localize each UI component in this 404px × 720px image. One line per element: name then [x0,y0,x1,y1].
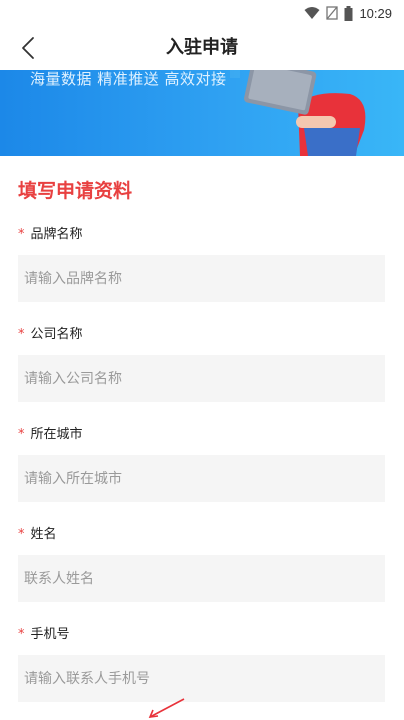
city-input[interactable] [18,455,385,502]
required-star: * [18,427,25,442]
status-icons: 10:29 [304,4,392,22]
phone-input[interactable] [18,655,385,702]
city-field: * 所在城市 [18,425,385,502]
nav-bar: 入驻申请 [0,26,404,70]
contact-name-field: * 姓名 [18,525,385,602]
company-name-label: 公司名称 [30,327,83,342]
required-star: * [18,327,25,342]
contact-name-input[interactable] [18,555,385,602]
status-time: 10:29 [359,5,392,21]
banner: 海量数据 精准推送 高效对接 [0,70,404,156]
back-button[interactable] [8,30,48,66]
contact-name-label: 姓名 [30,527,57,542]
arrow-annotation-icon [148,698,185,718]
brand-name-input[interactable] [18,255,385,302]
required-star: * [18,627,25,642]
phone-label-row: * 手机号 [18,625,385,645]
brand-name-label: 品牌名称 [30,227,83,242]
company-name-field: * 公司名称 [18,325,385,402]
status-bar: 10:29 [0,0,404,26]
banner-slogan: 海量数据 精准推送 高效对接 [30,70,227,88]
page-title: 入驻申请 [166,37,238,58]
form-section-title: 填写申请资料 [18,180,133,202]
city-label: 所在城市 [30,427,83,442]
phone-label: 手机号 [30,627,70,642]
wifi-icon [304,7,320,19]
no-signal-icon [326,6,339,20]
brand-name-field: * 品牌名称 [18,225,385,302]
brand-name-label-row: * 品牌名称 [18,225,385,245]
phone-field: * 手机号 [18,625,385,702]
company-name-label-row: * 公司名称 [18,325,385,345]
city-label-row: * 所在城市 [18,425,385,445]
required-star: * [18,527,25,542]
battery-icon [344,5,353,21]
contact-name-label-row: * 姓名 [18,525,385,545]
chevron-left-icon [22,37,34,59]
required-star: * [18,227,25,242]
company-name-input[interactable] [18,355,385,402]
person-laptop-illustration [230,70,366,156]
